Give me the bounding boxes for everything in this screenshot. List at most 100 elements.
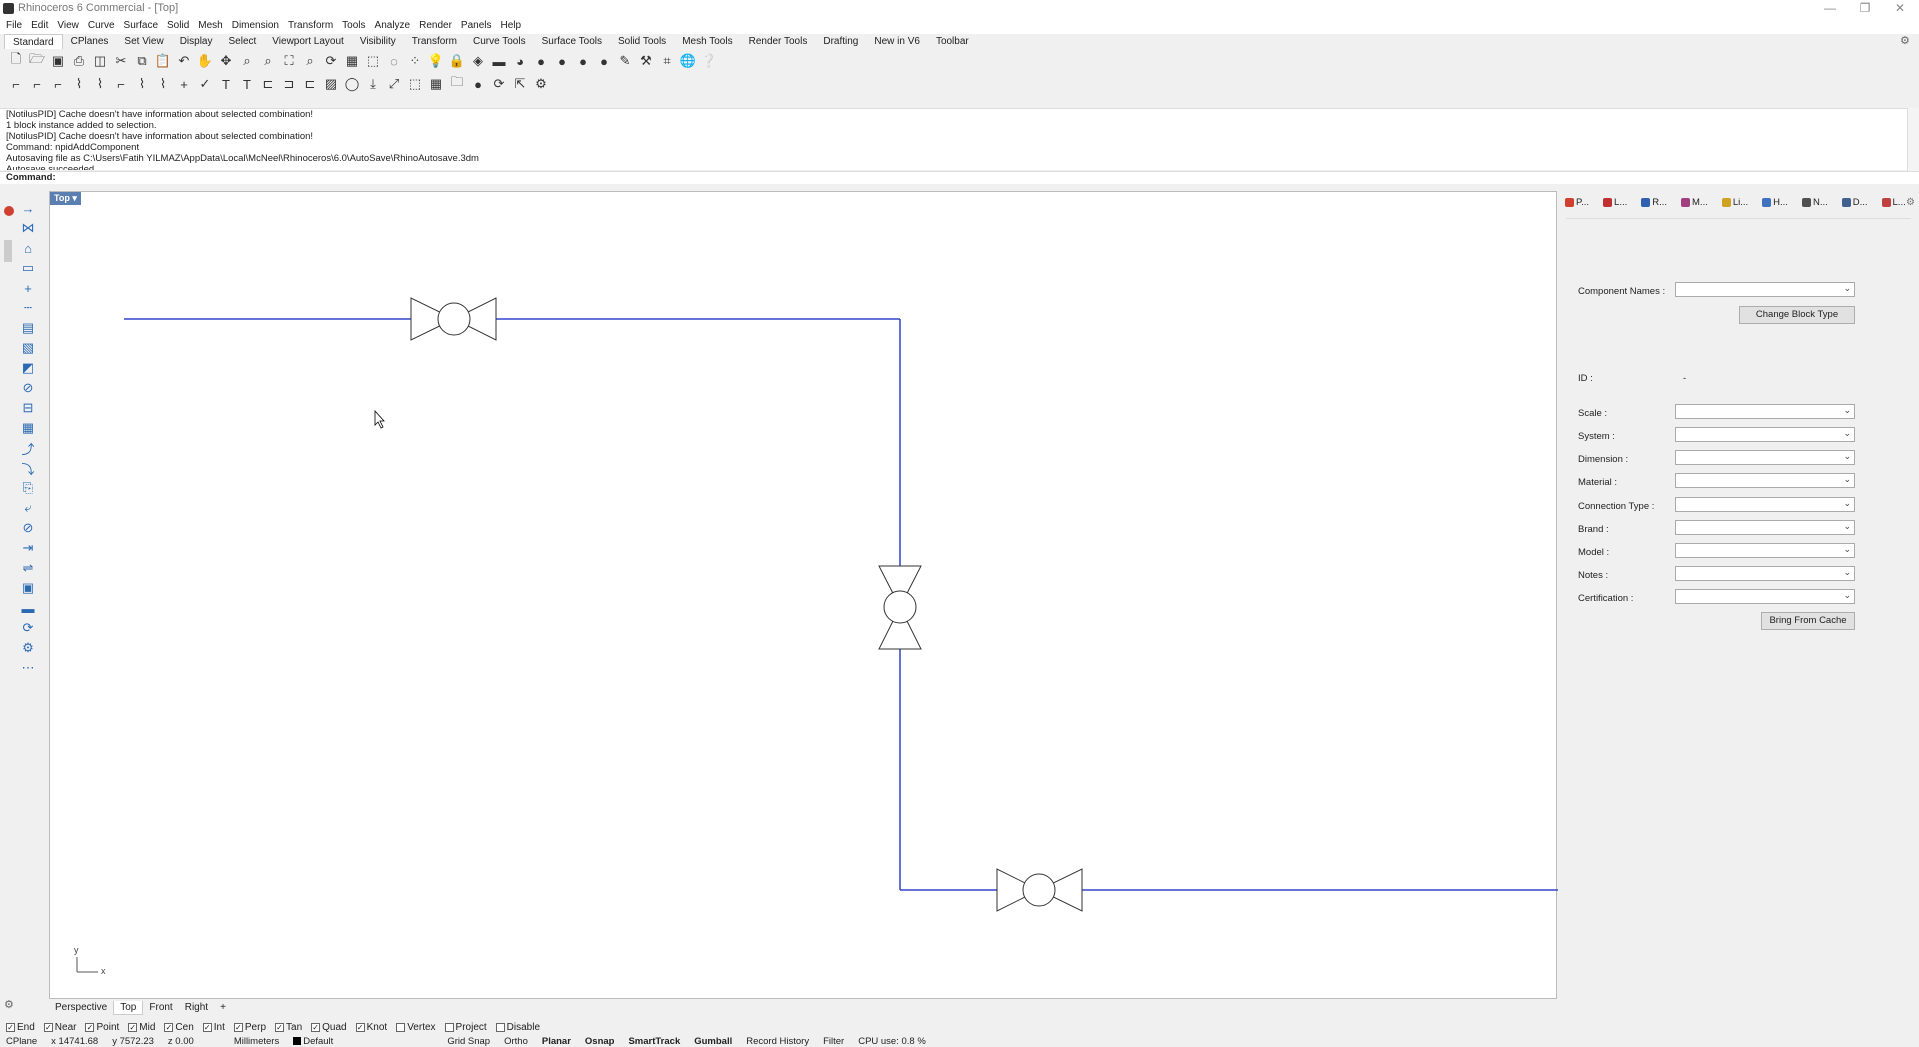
osnap-checkbox[interactable] xyxy=(396,1022,406,1032)
pipe-tool-2-icon[interactable]: ⌐ xyxy=(27,74,47,94)
certification-select[interactable]: ⌄ xyxy=(1675,589,1855,604)
osnap-checkbox[interactable]: ✓ xyxy=(202,1022,212,1032)
color-wheel-icon[interactable]: ◕ xyxy=(510,51,530,71)
sphere-shaded-icon[interactable]: ● xyxy=(531,51,551,71)
osnap-checkbox[interactable]: ✓ xyxy=(128,1022,138,1032)
system-select[interactable]: ⌄ xyxy=(1675,427,1855,442)
export-block-icon[interactable]: ⇱ xyxy=(510,74,530,94)
connection-type-select[interactable]: ⌄ xyxy=(1675,497,1855,512)
dimension-select[interactable]: ⌄ xyxy=(1675,450,1855,465)
circle-select-icon[interactable]: ◌ xyxy=(384,51,404,71)
properties-icon[interactable]: ▬ xyxy=(489,51,509,71)
menu-view[interactable]: View xyxy=(57,18,79,34)
status-filter[interactable]: Filter xyxy=(823,1036,844,1047)
panel-tab[interactable]: R... xyxy=(1641,197,1674,208)
panel-tab[interactable]: H... xyxy=(1762,197,1795,208)
copy-icon[interactable]: ⧉ xyxy=(132,51,152,71)
command-line[interactable]: Command: xyxy=(0,171,1919,184)
add-point-icon[interactable]: + xyxy=(174,74,194,94)
osnap-checkbox[interactable] xyxy=(444,1022,454,1032)
flange-tool-icon[interactable]: ⇥ xyxy=(17,538,39,558)
dashed-line-tool-icon[interactable]: ┄ xyxy=(17,298,39,318)
menu-file[interactable]: File xyxy=(6,18,22,34)
cycle-icon[interactable]: ⟳ xyxy=(489,74,509,94)
pan-icon[interactable]: ✋ xyxy=(195,51,215,71)
panel-tab[interactable]: L... xyxy=(1603,197,1634,208)
osnap-checkbox[interactable]: ✓ xyxy=(164,1022,174,1032)
close-button[interactable]: ✕ xyxy=(1883,0,1917,18)
dot-icon[interactable]: ● xyxy=(468,74,488,94)
toolbar-tab-visibility[interactable]: Visibility xyxy=(352,34,404,49)
viewport-tab-right[interactable]: Right xyxy=(179,1001,214,1015)
panel-tab[interactable]: P... xyxy=(1565,197,1596,208)
toolbar-tab-render-tools[interactable]: Render Tools xyxy=(741,34,816,49)
swap-tool-icon[interactable]: ⇌ xyxy=(17,558,39,578)
settings-icon[interactable]: ⚙ xyxy=(531,74,551,94)
hatch-icon[interactable]: ▨ xyxy=(321,74,341,94)
osnap-checkbox[interactable]: ✓ xyxy=(311,1022,321,1032)
explode-icon[interactable]: ⤢ xyxy=(384,74,404,94)
export-icon[interactable]: ◫ xyxy=(90,51,110,71)
osnap-vertex[interactable]: Vertex xyxy=(396,1022,436,1033)
osnap-project[interactable]: Project xyxy=(444,1022,487,1033)
toolbar-tab-transform[interactable]: Transform xyxy=(404,34,465,49)
valve-tool-icon[interactable]: ⋈ xyxy=(17,218,39,238)
open-file-icon[interactable]: 🗁 xyxy=(27,51,47,71)
add-viewport-tab-button[interactable]: + xyxy=(214,1001,232,1015)
viewport-layout-icon[interactable]: ▦ xyxy=(342,51,362,71)
globe-icon[interactable]: 🌐 xyxy=(678,51,698,71)
undo-icon[interactable]: ↶ xyxy=(174,51,194,71)
menu-help[interactable]: Help xyxy=(501,18,522,34)
pipe-tool-6-icon[interactable]: ⌐ xyxy=(111,74,131,94)
gear-small-icon[interactable]: ⚙ xyxy=(4,998,14,1011)
ellipse-icon[interactable]: ◯ xyxy=(342,74,362,94)
text-icon[interactable]: T xyxy=(237,74,257,94)
menu-solid[interactable]: Solid xyxy=(167,18,189,34)
zoom-icon[interactable]: ⌕ xyxy=(237,51,257,71)
osnap-checkbox[interactable] xyxy=(495,1022,505,1032)
zoom-extents-icon[interactable]: ⛶ xyxy=(279,51,299,71)
toolbar-tab-surface-tools[interactable]: Surface Tools xyxy=(534,34,610,49)
layers-icon[interactable]: ◈ xyxy=(468,51,488,71)
gear-icon[interactable]: ⚙ xyxy=(1900,34,1910,47)
toolbar-tab-select[interactable]: Select xyxy=(221,34,265,49)
toolbar-tab-viewport-layout[interactable]: Viewport Layout xyxy=(264,34,352,49)
rotate-view-icon[interactable]: ⟳ xyxy=(321,51,341,71)
osnap-checkbox[interactable]: ✓ xyxy=(6,1022,15,1032)
component-names-select[interactable]: ⌄ xyxy=(1675,282,1855,297)
viewport-tab-perspective[interactable]: Perspective xyxy=(49,1001,113,1015)
lock-icon[interactable]: 🔒 xyxy=(447,51,467,71)
menu-transform[interactable]: Transform xyxy=(288,18,333,34)
table-icon[interactable]: ▦ xyxy=(426,74,446,94)
text-small-icon[interactable]: T xyxy=(216,74,236,94)
osnap-disable[interactable]: Disable xyxy=(495,1022,540,1033)
new-file-icon[interactable]: 🗋 xyxy=(6,51,26,71)
crosshair-tool-icon[interactable]: + xyxy=(17,278,39,298)
print-icon[interactable]: ⎙ xyxy=(69,51,89,71)
status-cplane[interactable]: CPlane xyxy=(6,1036,37,1047)
dimension-icon[interactable]: ⊏ xyxy=(258,74,278,94)
circle-cross-tool-icon[interactable]: ⊘ xyxy=(17,518,39,538)
status-ortho[interactable]: Ortho xyxy=(504,1036,528,1047)
osnap-perp[interactable]: ✓ Perp xyxy=(233,1022,266,1033)
snap-icon[interactable]: ⌗ xyxy=(657,51,677,71)
sphere-material-icon[interactable]: ● xyxy=(573,51,593,71)
folder-icon[interactable]: 🗀 xyxy=(447,74,467,94)
material-select[interactable]: ⌄ xyxy=(1675,473,1855,488)
toolbar-tab-drafting[interactable]: Drafting xyxy=(815,34,866,49)
osnap-checkbox[interactable]: ✓ xyxy=(275,1022,285,1032)
ball-valve-horizontal-2[interactable] xyxy=(996,868,1083,912)
menu-curve[interactable]: Curve xyxy=(88,18,115,34)
panel-tab[interactable]: M... xyxy=(1681,197,1715,208)
panel-options-icon[interactable]: ⚙ xyxy=(1906,197,1915,208)
help-icon[interactable]: ❔ xyxy=(699,51,719,71)
layer-tool-icon[interactable]: ◩ xyxy=(17,358,39,378)
osnap-mid[interactable]: ✓ Mid xyxy=(128,1022,155,1033)
brand-select[interactable]: ⌄ xyxy=(1675,520,1855,535)
elbow-up-tool-icon[interactable]: ⤴ xyxy=(17,438,39,458)
osnap-checkbox[interactable]: ✓ xyxy=(85,1022,95,1032)
toolbar-tab-standard[interactable]: Standard xyxy=(4,34,63,49)
panel-tab[interactable]: Li... xyxy=(1721,197,1755,208)
elbow-down-tool-icon[interactable]: ⤵ xyxy=(17,458,39,478)
pipe-tool-5-icon[interactable]: ⌇ xyxy=(90,74,110,94)
